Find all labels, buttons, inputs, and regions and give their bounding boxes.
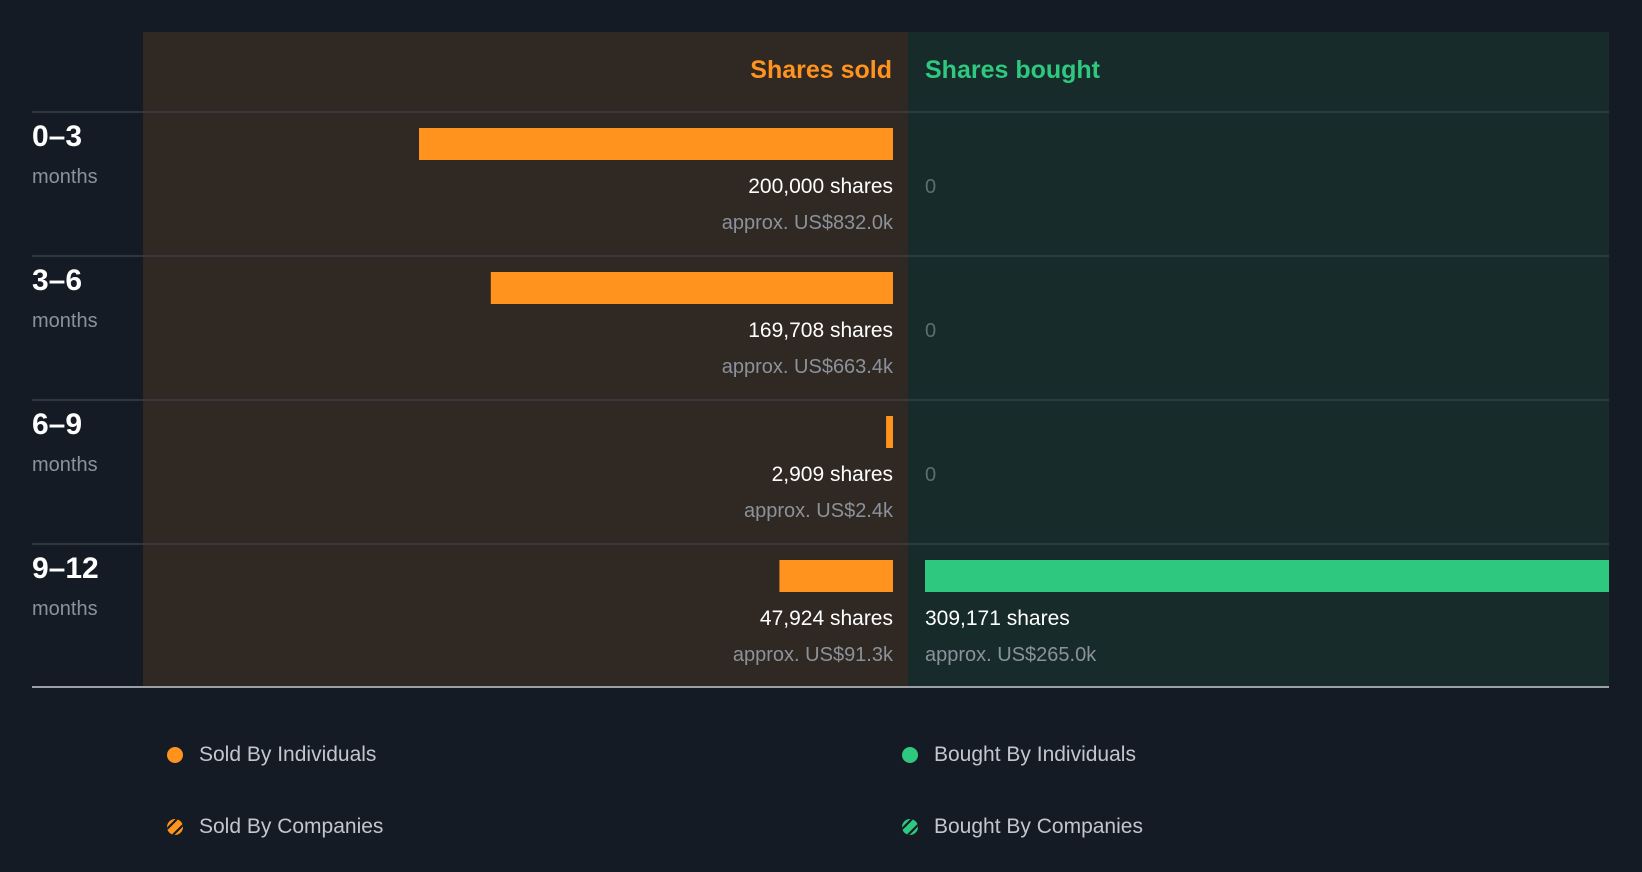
- period-unit: months: [32, 598, 98, 620]
- period-range: 3–6: [32, 264, 83, 297]
- sold-value-label: approx. US$832.0k: [721, 212, 893, 234]
- legend-label: Bought By Individuals: [934, 743, 1136, 766]
- sold-value-label: approx. US$663.4k: [721, 356, 893, 378]
- sold-bar[interactable]: [779, 560, 893, 592]
- sold-shares-label: 2,909 shares: [771, 463, 893, 486]
- sold-shares-label: 169,708 shares: [748, 319, 893, 342]
- period-unit: months: [32, 310, 98, 332]
- bought-zero-label: 0: [925, 176, 937, 198]
- row-label: 9–12 months: [32, 552, 99, 622]
- period-range: 9–12: [32, 552, 99, 585]
- legend-sold-companies[interactable]: Sold By Companies: [167, 814, 383, 840]
- sold-bar[interactable]: [886, 416, 893, 448]
- sold-shares-label: 200,000 shares: [748, 175, 893, 198]
- legend-label: Bought By Companies: [934, 815, 1143, 838]
- green-dot-icon: [902, 747, 918, 763]
- bought-zero-label: 0: [925, 464, 937, 486]
- legend-bought-companies[interactable]: Bought By Companies: [902, 814, 1143, 840]
- legend-sold-individuals[interactable]: Sold By Individuals: [167, 742, 376, 768]
- period-unit: months: [32, 166, 98, 188]
- insider-trading-chart: [32, 32, 1609, 688]
- legend-label: Sold By Companies: [199, 815, 384, 838]
- bought-bar[interactable]: [925, 560, 1609, 592]
- sold-bar[interactable]: [490, 272, 893, 304]
- header-shares-sold: Shares sold: [750, 56, 892, 84]
- sold-value-label: approx. US$91.3k: [732, 644, 893, 666]
- bought-shares-label: 309,171 shares: [925, 607, 1070, 630]
- sold-value-label: approx. US$2.4k: [744, 500, 893, 522]
- legend-bought-individuals[interactable]: Bought By Individuals: [902, 742, 1136, 768]
- sold-bar[interactable]: [419, 128, 893, 160]
- row-label: 3–6 months: [32, 264, 98, 334]
- legend-label: Sold By Individuals: [199, 743, 377, 766]
- legend: Sold By Individuals Bought By Individual…: [0, 700, 1642, 872]
- row-label: 0–3 months: [32, 120, 98, 190]
- bought-value-label: approx. US$265.0k: [925, 644, 1097, 666]
- period-range: 0–3: [32, 120, 83, 153]
- bought-zero-label: 0: [925, 320, 937, 342]
- period-unit: months: [32, 454, 98, 476]
- orange-dot-icon: [167, 747, 183, 763]
- orange-striped-dot-icon: [167, 819, 183, 835]
- period-range: 6–9: [32, 408, 83, 441]
- row-label: 6–9 months: [32, 408, 98, 478]
- header-shares-bought: Shares bought: [925, 56, 1101, 84]
- sold-shares-label: 47,924 shares: [759, 607, 893, 630]
- green-striped-dot-icon: [902, 819, 918, 835]
